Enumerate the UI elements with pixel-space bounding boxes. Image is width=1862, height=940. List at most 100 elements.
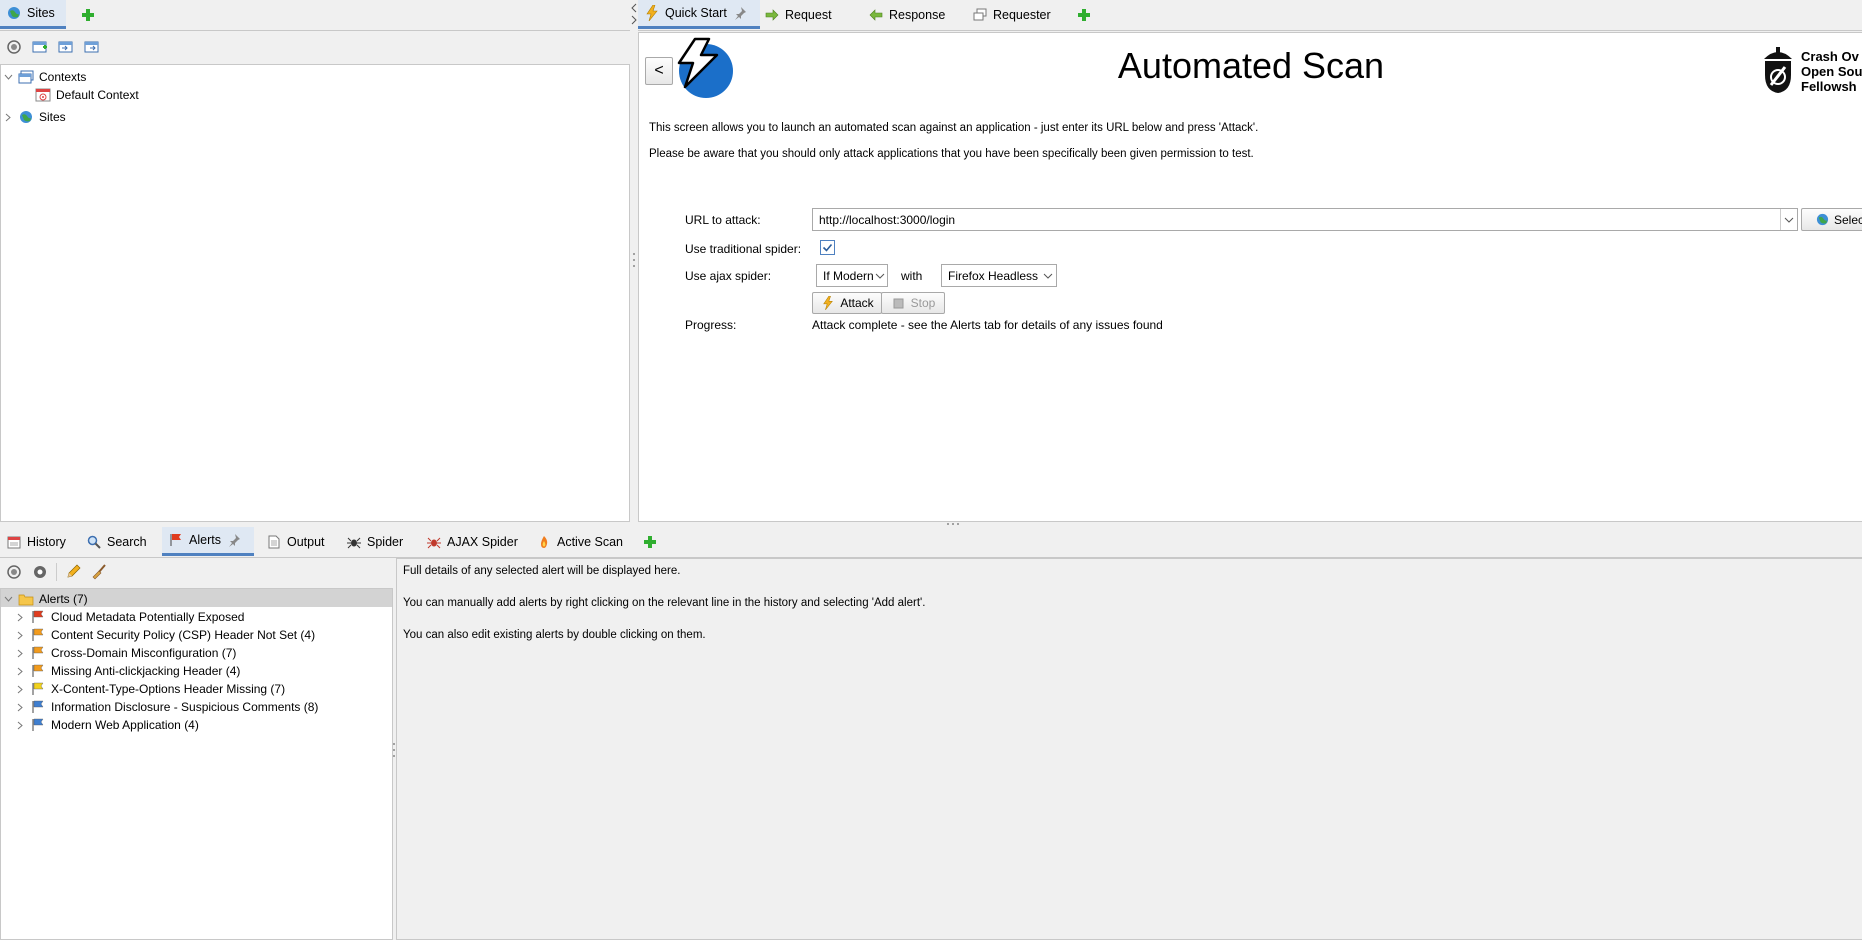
chevron-right-icon[interactable] (15, 684, 25, 694)
chevron-down-icon (874, 273, 887, 279)
search-icon (86, 534, 102, 550)
tree-label: Default Context (56, 88, 139, 102)
tree-node-contexts[interactable]: Contexts (3, 69, 86, 85)
vertical-splitter-grip[interactable] (632, 250, 636, 270)
page-title: Automated Scan (1117, 45, 1385, 86)
pin-icon[interactable] (732, 5, 748, 21)
sites-tree-panel: Contexts Default Context Sites (0, 64, 630, 522)
chevron-right-icon[interactable] (15, 612, 25, 622)
globe-icon (18, 109, 34, 125)
tab-output[interactable]: Output (260, 527, 331, 556)
tree-node-default-context[interactable]: Default Context (35, 87, 139, 103)
tab-response[interactable]: Response (862, 0, 951, 29)
add-tab-button[interactable] (636, 527, 664, 556)
flag-icon (30, 609, 46, 625)
flame-icon (536, 534, 552, 550)
flag-icon (168, 532, 184, 548)
edit-pencil-icon[interactable] (63, 562, 83, 582)
ajax-mode-select[interactable]: If Modern (816, 264, 888, 287)
alert-tree-item[interactable]: Cloud Metadata Potentially Exposed (15, 609, 244, 625)
splitter-collapse-arrows[interactable] (630, 2, 638, 28)
trad-spider-checkbox[interactable] (820, 240, 835, 255)
tab-label: Response (889, 7, 946, 22)
chevron-right-icon[interactable] (3, 112, 13, 122)
alert-tree-item[interactable]: Information Disclosure - Suspicious Comm… (15, 699, 318, 715)
alert-tree-item[interactable]: Cross-Domain Misconfiguration (7) (15, 645, 236, 661)
alert-tree-item[interactable]: Missing Anti-clickjacking Header (4) (15, 663, 240, 679)
tree-node-sites[interactable]: Sites (3, 109, 66, 125)
new-context-icon[interactable] (30, 37, 50, 57)
target-icon[interactable] (4, 37, 24, 57)
chevron-down-icon (1040, 273, 1056, 279)
plus-icon (1076, 7, 1092, 23)
tab-ajax-spider[interactable]: AJAX Spider (420, 527, 524, 556)
add-tab-button[interactable] (1070, 0, 1098, 29)
alert-item-label: Cross-Domain Misconfiguration (7) (51, 646, 237, 660)
tab-history[interactable]: History (0, 527, 72, 556)
horizontal-splitter-grip[interactable] (945, 522, 961, 526)
chevron-right-icon[interactable] (15, 720, 25, 730)
tab-spider[interactable]: Spider (340, 527, 409, 556)
sites-toolbar (0, 33, 102, 61)
chevron-right-icon[interactable] (15, 648, 25, 658)
alert-tree-item[interactable]: Modern Web Application (4) (15, 717, 199, 733)
target-icon[interactable] (4, 562, 24, 582)
tab-active-scan[interactable]: Active Scan (530, 527, 629, 556)
tab-alerts[interactable]: Alerts (162, 527, 254, 556)
alerts-tree-panel: Alerts (7) Cloud Metadata Potentially Ex… (0, 588, 393, 940)
progress-value: Attack complete - see the Alerts tab for… (812, 318, 1163, 332)
folder-icon (18, 591, 34, 607)
tab-label: Alerts (189, 533, 221, 547)
brand-text: Crash Ov Open Sou Fellowsh (1801, 45, 1862, 95)
alert-tree-item[interactable]: Content Security Policy (CSP) Header Not… (15, 627, 315, 643)
alert-item-label: Missing Anti-clickjacking Header (4) (51, 664, 241, 678)
chevron-down-icon[interactable] (1780, 209, 1797, 230)
add-tab-button[interactable] (74, 0, 102, 29)
export-context-icon[interactable] (82, 37, 102, 57)
brand-line: Fellowsh (1801, 79, 1857, 94)
tab-requester[interactable]: Requester (966, 0, 1057, 29)
arrow-left-icon (868, 7, 884, 23)
chevron-down-icon[interactable] (3, 594, 13, 604)
tab-sites[interactable]: Sites (0, 0, 66, 29)
requester-icon (972, 7, 988, 23)
broom-icon[interactable] (89, 562, 109, 582)
browser-select[interactable]: Firefox Headless (941, 264, 1057, 287)
stop-button[interactable]: Stop (881, 292, 945, 314)
tab-quick-start[interactable]: Quick Start (638, 0, 760, 29)
chevron-right-icon[interactable] (15, 702, 25, 712)
chevron-right-icon[interactable] (15, 666, 25, 676)
flag-icon (30, 717, 46, 733)
attack-button[interactable]: Attack (812, 292, 882, 314)
alert-tree-item[interactable]: X-Content-Type-Options Header Missing (7… (15, 681, 285, 697)
flag-icon (30, 627, 46, 643)
chevron-right-icon[interactable] (15, 630, 25, 640)
alert-item-label: Cloud Metadata Potentially Exposed (51, 610, 245, 624)
select-url-button[interactable]: Select... (1801, 208, 1862, 231)
filter-icon[interactable] (30, 562, 50, 582)
chevron-down-icon[interactable] (3, 72, 13, 82)
alerts-root-node[interactable]: Alerts (7) (3, 591, 88, 607)
alert-detail-line: You can manually add alerts by right cli… (403, 597, 926, 609)
attack-button-label: Attack (840, 296, 874, 310)
stop-button-label: Stop (910, 296, 936, 310)
tab-label: Quick Start (665, 6, 727, 20)
alert-detail-line: Full details of any selected alert will … (403, 565, 681, 577)
tab-request[interactable]: Request (758, 0, 838, 29)
brand-line: Open Sou (1801, 64, 1862, 79)
context-target-icon (35, 87, 51, 103)
stop-icon (891, 295, 907, 311)
pin-icon[interactable] (226, 532, 242, 548)
tab-label: Output (287, 534, 325, 549)
alert-detail-panel: Full details of any selected alert will … (396, 558, 1862, 940)
url-input[interactable]: http://localhost:3000/login (812, 208, 1798, 231)
ajax-spider-label: Use ajax spider: (685, 269, 772, 283)
import-context-icon[interactable] (56, 37, 76, 57)
brand-line: Crash Ov (1801, 49, 1859, 64)
tab-search[interactable]: Search (80, 527, 153, 556)
tab-label: AJAX Spider (447, 534, 518, 549)
globe-icon (6, 5, 22, 21)
lightning-icon (820, 295, 836, 311)
alert-item-label: Content Security Policy (CSP) Header Not… (51, 628, 316, 642)
flag-icon (30, 681, 46, 697)
